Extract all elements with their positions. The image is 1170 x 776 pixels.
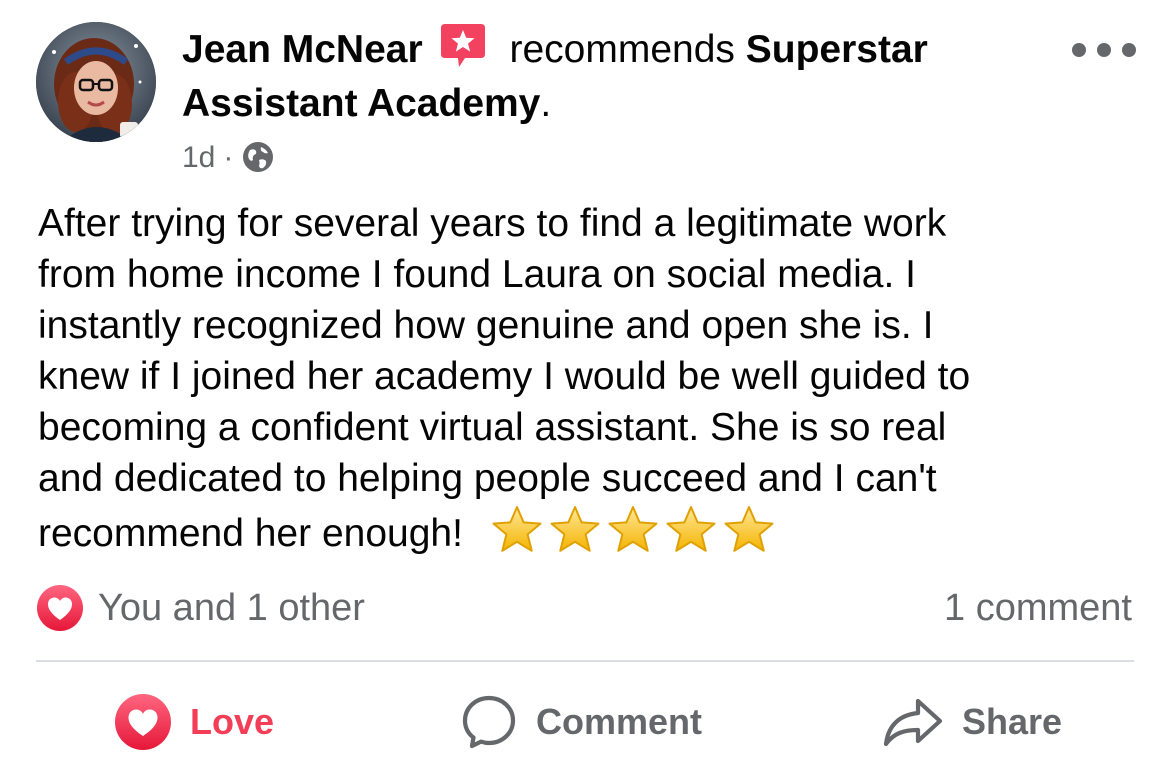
page-name-part2[interactable]: Assistant Academy — [182, 82, 540, 125]
globe-icon — [243, 142, 274, 172]
post-text-line: knew if I joined her academy I would be … — [38, 355, 971, 398]
comment-button[interactable]: Comment — [460, 690, 702, 754]
comment-count[interactable]: 1 comment — [944, 584, 1132, 632]
post-text-line: becoming a confident virtual assistant. … — [38, 406, 947, 449]
recommend-star-icon — [441, 24, 486, 67]
reaction-summary[interactable]: You and 1 other — [36, 584, 365, 632]
star-emoji — [724, 506, 774, 552]
star-emoji — [492, 506, 542, 552]
star-rating — [489, 504, 779, 569]
more-options-icon[interactable] — [1072, 30, 1136, 70]
love-icon — [115, 694, 171, 750]
comment-label: Comment — [536, 701, 703, 742]
meta-separator: · — [223, 141, 234, 174]
recommends-text: recommends — [509, 28, 735, 71]
share-button[interactable]: Share — [882, 690, 1062, 754]
post-header: Jean McNear recommends Superstar — [182, 20, 1062, 79]
post-text-line: and dedicated to helping people succeed … — [38, 457, 937, 500]
header-period: . — [540, 82, 552, 125]
love-button[interactable]: Love — [114, 690, 274, 754]
author-avatar[interactable] — [36, 22, 156, 142]
post-body: After trying for several years to find a… — [38, 198, 1138, 569]
divider — [36, 660, 1134, 662]
post-time[interactable]: 1d — [182, 141, 215, 174]
reaction-summary-text: You and 1 other — [98, 586, 365, 629]
comment-icon — [462, 695, 516, 749]
love-reaction-icon — [37, 585, 83, 631]
post-text-line: After trying for several years to find a… — [38, 202, 947, 245]
post-text-line: instantly recognized how genuine and ope… — [38, 304, 934, 347]
star-emoji — [666, 506, 716, 552]
post-text-last-line: recommend her enough! — [38, 504, 1138, 569]
post-header-line2: Assistant Academy. — [182, 78, 551, 130]
post-text-line: recommend her enough! — [38, 512, 463, 555]
star-emoji — [550, 506, 600, 552]
author-name[interactable]: Jean McNear — [182, 28, 423, 71]
share-label: Share — [962, 701, 1063, 742]
post-text-line: from home income I found Laura on social… — [38, 253, 916, 296]
share-icon — [883, 698, 943, 747]
post-card: Jean McNear recommends Superstar Assista… — [0, 0, 1170, 776]
page-name-part1[interactable]: Superstar — [746, 28, 928, 71]
star-emoji — [608, 506, 658, 552]
love-label: Love — [190, 701, 275, 742]
post-meta: 1d · — [182, 136, 275, 180]
